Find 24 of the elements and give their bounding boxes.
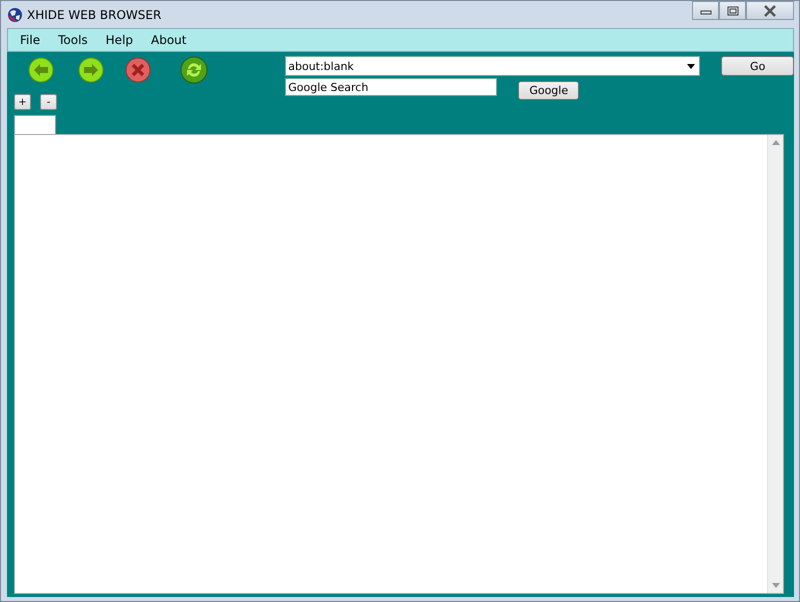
browser-tab[interactable]: [14, 115, 56, 134]
close-button[interactable]: [746, 1, 794, 20]
menu-item[interactable]: Help: [98, 33, 142, 47]
menu-item[interactable]: Tools: [50, 33, 96, 47]
maximize-icon: [726, 6, 738, 16]
dropdown-arrow-icon: [687, 64, 696, 68]
stop-icon[interactable]: [125, 57, 151, 83]
maximize-button[interactable]: [719, 1, 746, 20]
scrollbar[interactable]: [767, 135, 783, 593]
scroll-up-icon[interactable]: [772, 140, 780, 145]
search-field[interactable]: Google Search: [285, 78, 498, 96]
globe-icon: [7, 6, 23, 22]
menu-item[interactable]: File: [12, 33, 48, 47]
scroll-down-icon[interactable]: [772, 583, 780, 588]
google-button[interactable]: Google: [518, 81, 580, 100]
address-field[interactable]: about:blank: [285, 56, 700, 76]
close-icon: [763, 4, 777, 16]
menu-item[interactable]: About: [143, 33, 194, 47]
zoom-button[interactable]: -: [40, 94, 57, 110]
go-button[interactable]: Go: [721, 56, 794, 76]
window-title: XHIDE WEB BROWSER: [27, 8, 162, 22]
minimize-button[interactable]: [692, 1, 719, 20]
refresh-icon[interactable]: [180, 56, 208, 84]
zoom-button[interactable]: +: [14, 94, 31, 110]
